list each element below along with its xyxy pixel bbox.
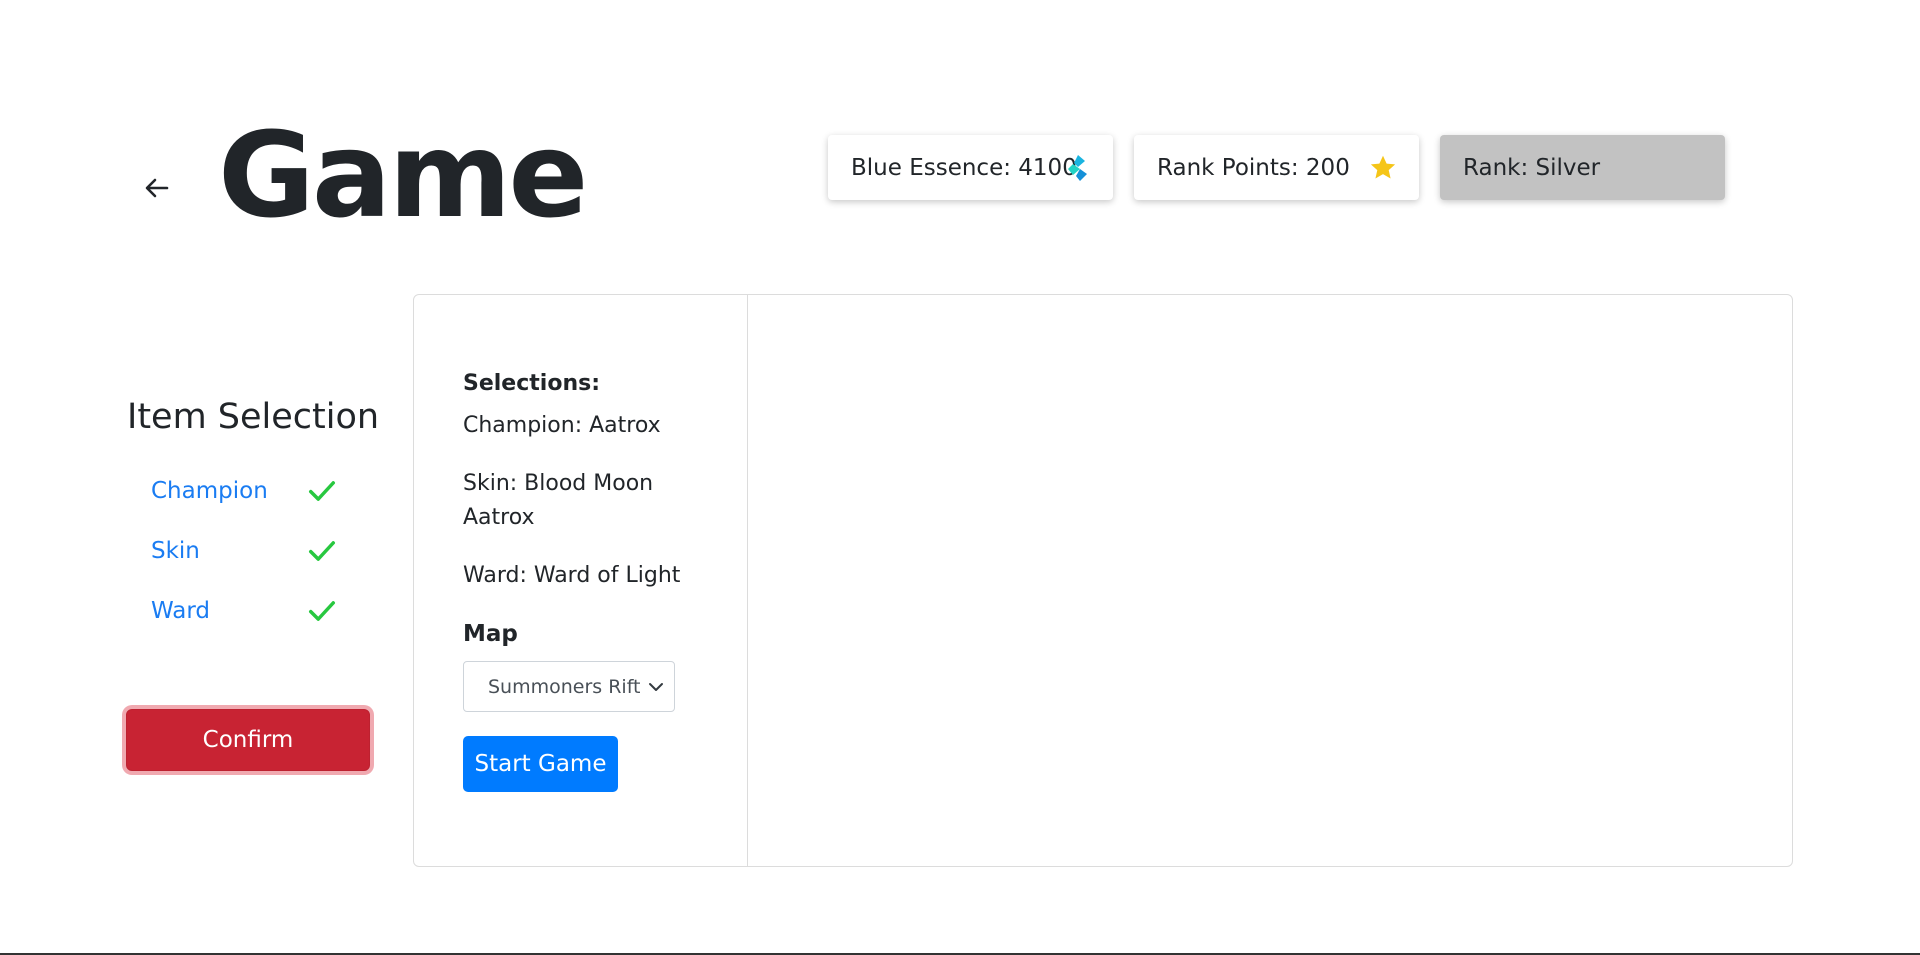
back-button[interactable] xyxy=(141,174,173,202)
selections-heading: Selections: xyxy=(463,371,600,396)
selected-skin: Skin: Blood Moon Aatrox xyxy=(463,471,654,530)
selected-ward: Ward: Ward of Light xyxy=(463,563,681,588)
map-label: Map xyxy=(463,621,518,647)
item-row-champion: Champion xyxy=(151,471,341,511)
check-icon xyxy=(309,601,335,621)
item-row-ward: Ward xyxy=(151,591,341,631)
selected-champion: Champion: Aatrox xyxy=(463,413,661,438)
check-icon xyxy=(309,541,335,561)
map-select[interactable]: Summoners Rift xyxy=(463,661,675,712)
arrow-left-icon xyxy=(145,178,169,198)
selections-panel: Selections: Champion: Aatrox Skin: Blood… xyxy=(463,367,703,792)
blue-essence-card: Blue Essence: 4100 xyxy=(828,135,1113,200)
confirm-button[interactable]: Confirm xyxy=(126,709,370,771)
rank-label: Rank: Silver xyxy=(1463,154,1601,181)
rank-card: Rank: Silver xyxy=(1440,135,1725,200)
start-game-button[interactable]: Start Game xyxy=(463,736,618,792)
page-title: Game xyxy=(218,106,588,244)
star-icon xyxy=(1368,153,1398,183)
check-icon xyxy=(309,481,335,501)
ward-link[interactable]: Ward xyxy=(151,598,210,624)
game-preview-area xyxy=(748,295,1792,866)
rank-points-card: Rank Points: 200 xyxy=(1134,135,1419,200)
map-select-value: Summoners Rift xyxy=(488,675,641,698)
item-row-skin: Skin xyxy=(151,531,341,571)
champion-link[interactable]: Champion xyxy=(151,478,268,504)
rank-points-label: Rank Points: 200 xyxy=(1157,154,1350,181)
blue-essence-icon xyxy=(1064,153,1092,183)
item-selection-title: Item Selection xyxy=(127,397,380,437)
main-panel: Selections: Champion: Aatrox Skin: Blood… xyxy=(413,294,1793,867)
blue-essence-label: Blue Essence: 4100 xyxy=(851,154,1077,181)
skin-link[interactable]: Skin xyxy=(151,538,200,564)
chevron-down-icon xyxy=(649,682,663,691)
